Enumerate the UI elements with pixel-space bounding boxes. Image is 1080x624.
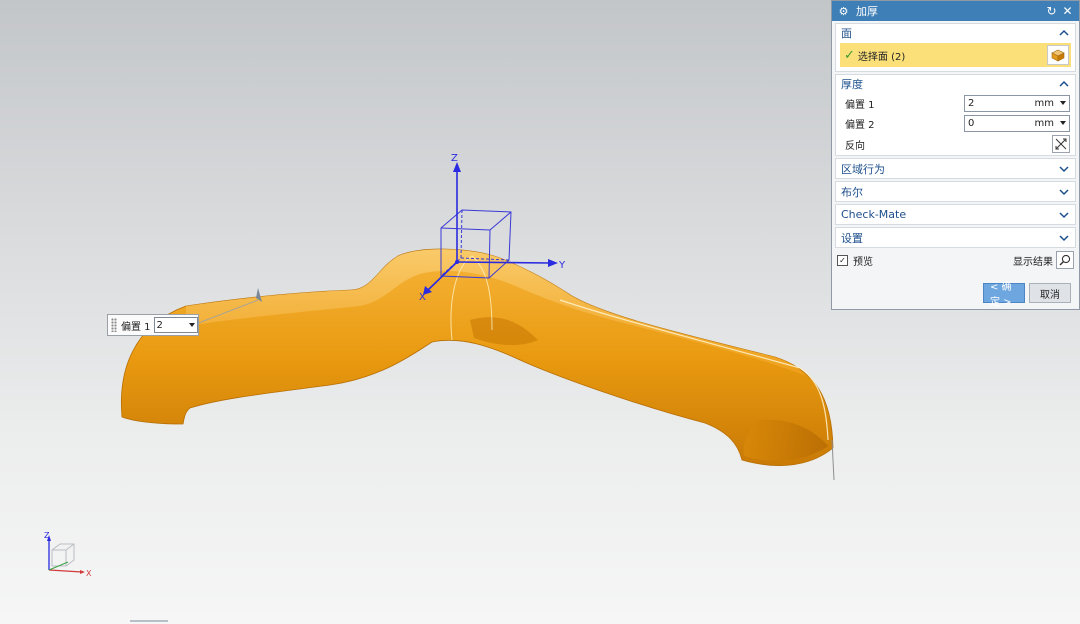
view-triad[interactable]: Z X xyxy=(40,532,100,580)
face-section-header[interactable]: 面 xyxy=(836,24,1075,42)
onscreen-offset-input[interactable]: 偏置 1 2 xyxy=(107,314,199,336)
offset2-field[interactable]: 0 mm xyxy=(964,114,1070,132)
face-section: 面 ✓ 选择面 (2) xyxy=(835,23,1076,72)
offset1-unit: mm xyxy=(1034,97,1054,109)
offset1-row: 偏置 1 2 mm xyxy=(836,93,1075,113)
gear-icon: ⚙ xyxy=(838,4,849,18)
chevron-down-icon[interactable] xyxy=(1060,101,1066,105)
chevron-down-icon xyxy=(1059,165,1069,172)
thickness-section-title: 厚度 xyxy=(841,78,863,91)
chevron-down-icon xyxy=(1059,211,1069,218)
region-behavior-title: 区域行为 xyxy=(841,162,885,176)
thickness-section: 厚度 偏置 1 2 mm 偏置 2 0 mm 反向 xyxy=(835,74,1076,156)
cancel-button[interactable]: 取消 xyxy=(1029,283,1071,303)
region-behavior-section: 区域行为 xyxy=(835,158,1076,179)
axis-label-y: Y xyxy=(558,260,566,271)
onscreen-offset-value: 2 xyxy=(156,319,163,331)
select-face-label: 选择面 (2) xyxy=(857,51,906,63)
boolean-title: 布尔 xyxy=(841,185,863,199)
check-icon: ✓ xyxy=(844,47,855,63)
offset2-unit: mm xyxy=(1034,117,1054,129)
chevron-down-icon[interactable] xyxy=(188,323,195,327)
axis-label-x: X xyxy=(419,292,426,303)
thickness-section-header[interactable]: 厚度 xyxy=(836,75,1075,93)
reset-icon[interactable]: ↻ xyxy=(1045,4,1058,18)
offset2-label: 偏置 2 xyxy=(845,119,875,131)
triad-label-x: X xyxy=(86,569,92,578)
ok-button[interactable]: < 确定 > xyxy=(983,282,1025,308)
preview-checkbox[interactable]: ✓ xyxy=(837,254,848,266)
axis-label-z: Z xyxy=(451,153,458,164)
settings-section: 设置 xyxy=(835,227,1076,248)
settings-title: 设置 xyxy=(841,231,863,245)
preview-label: 预览 xyxy=(853,256,873,268)
check-mate-header[interactable]: Check-Mate xyxy=(836,205,1075,224)
reverse-label: 反向 xyxy=(845,140,865,152)
dialog-buttons: < 确定 > 取消 xyxy=(983,282,1071,308)
offset1-label: 偏置 1 xyxy=(845,99,875,111)
dialog-title: 加厚 xyxy=(856,5,878,18)
boolean-header[interactable]: 布尔 xyxy=(836,182,1075,201)
boolean-section: 布尔 xyxy=(835,181,1076,202)
check-mate-section: Check-Mate xyxy=(835,204,1076,225)
offset2-value: 0 xyxy=(968,117,975,129)
reverse-direction-icon[interactable] xyxy=(1052,135,1070,153)
onscreen-offset-field[interactable]: 2 xyxy=(153,317,198,333)
magnifier-icon[interactable] xyxy=(1056,251,1074,269)
offset1-value: 2 xyxy=(968,97,975,109)
region-behavior-header[interactable]: 区域行为 xyxy=(836,159,1075,178)
face-section-title: 面 xyxy=(841,27,852,40)
close-icon[interactable]: ✕ xyxy=(1061,4,1074,18)
chevron-up-icon xyxy=(1059,29,1069,36)
offset2-row: 偏置 2 0 mm xyxy=(836,113,1075,133)
model-body xyxy=(121,248,834,466)
face-select-icon[interactable] xyxy=(1047,45,1069,65)
offset1-field[interactable]: 2 mm xyxy=(964,94,1070,112)
onscreen-offset-label: 偏置 1 xyxy=(121,321,151,333)
dialog-titlebar[interactable]: ⚙ 加厚 ↻ ✕ xyxy=(832,1,1079,21)
triad-label-z: Z xyxy=(44,532,50,540)
thicken-dialog: ⚙ 加厚 ↻ ✕ 面 ✓ 选择面 (2) 厚度 偏置 1 2 mm 偏置 2 0… xyxy=(831,0,1080,310)
check-mate-title: Check-Mate xyxy=(841,208,907,221)
chevron-down-icon xyxy=(1059,234,1069,241)
select-face-row[interactable]: ✓ 选择面 (2) xyxy=(840,43,1071,67)
chevron-up-icon xyxy=(1059,80,1069,87)
settings-header[interactable]: 设置 xyxy=(836,228,1075,247)
reverse-row: 反向 xyxy=(836,133,1075,155)
chevron-down-icon[interactable] xyxy=(1060,121,1066,125)
show-result-label: 显示结果 xyxy=(1013,256,1053,268)
preview-row: ✓ 预览 显示结果 xyxy=(832,250,1079,270)
chevron-down-icon xyxy=(1059,188,1069,195)
drag-grip-icon[interactable] xyxy=(111,318,117,332)
